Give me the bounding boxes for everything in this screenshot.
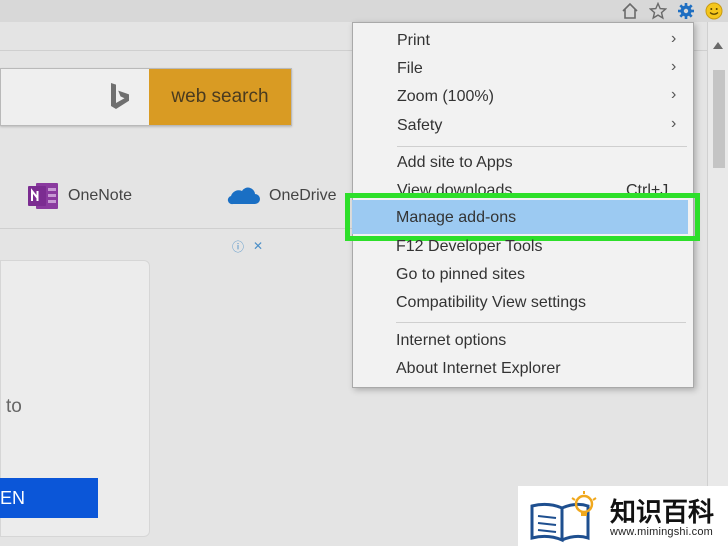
card-text: to <box>6 396 22 417</box>
section-divider <box>0 228 360 229</box>
menu-item-label: Safety <box>397 117 443 134</box>
menu-item-label: Print <box>397 32 430 49</box>
menu-item-compatibility-view-settings[interactable]: Compatibility View settings <box>396 291 586 315</box>
menu-item-add-site-to-apps[interactable]: Add site to Apps <box>397 151 513 175</box>
info-icon[interactable]: ⓘ <box>230 238 246 254</box>
highlight-box <box>345 193 700 241</box>
vertical-scrollbar[interactable] <box>707 22 728 546</box>
menu-item-print[interactable]: Print › <box>397 29 676 53</box>
menu-item-internet-options[interactable]: Internet options <box>396 329 506 353</box>
onenote-icon <box>28 183 58 209</box>
menu-item-label: Internet options <box>396 332 507 349</box>
content-card: to EN <box>0 260 150 537</box>
watermark-url: www.mimingshi.com <box>610 526 714 538</box>
submenu-arrow-icon: › <box>671 86 677 103</box>
menu-item-go-to-pinned-sites[interactable]: Go to pinned sites <box>396 263 525 287</box>
toolbar-icons <box>620 0 724 22</box>
app-tile-onenote[interactable]: OneNote <box>28 180 132 212</box>
menu-item-label: About Internet Explorer <box>396 360 561 377</box>
browser-command-bar <box>0 0 728 22</box>
gear-icon[interactable] <box>676 1 696 21</box>
bing-search-box[interactable]: web search <box>0 68 292 126</box>
menu-item-label: Zoom (100%) <box>397 88 494 105</box>
web-search-button[interactable]: web search <box>149 69 291 125</box>
scroll-thumb[interactable] <box>713 70 725 168</box>
menu-item-f12-developer-tools[interactable]: F12 Developer Tools <box>396 235 542 259</box>
home-icon[interactable] <box>620 1 640 21</box>
app-tile-label: OneDrive <box>269 187 337 204</box>
menu-item-about-internet-explorer[interactable]: About Internet Explorer <box>396 357 561 381</box>
app-tile-label: OneNote <box>68 187 133 204</box>
book-lightbulb-logo-icon <box>530 491 597 543</box>
smiley-icon[interactable] <box>704 1 724 21</box>
menu-separator <box>396 322 686 323</box>
ad-controls: ⓘ ✕ <box>230 238 266 254</box>
close-icon[interactable]: ✕ <box>250 238 266 254</box>
menu-item-zoom[interactable]: Zoom (100%) › <box>397 85 676 109</box>
menu-item-file[interactable]: File › <box>397 57 676 81</box>
menu-item-label: File <box>397 60 423 77</box>
watermark: 知识百科 www.mimingshi.com <box>518 486 728 546</box>
menu-separator <box>397 146 687 147</box>
submenu-arrow-icon: › <box>671 30 677 47</box>
watermark-title: 知识百科 <box>610 497 715 527</box>
onedrive-icon <box>227 187 260 205</box>
bing-logo-icon <box>111 83 129 109</box>
submenu-arrow-icon: › <box>671 115 677 132</box>
scroll-up-arrow-icon[interactable] <box>713 42 723 49</box>
menu-item-label: F12 Developer Tools <box>396 238 543 255</box>
app-tile-onedrive[interactable]: OneDrive <box>225 180 337 212</box>
star-icon[interactable] <box>648 1 668 21</box>
menu-item-label: Compatibility View settings <box>396 294 587 311</box>
submenu-arrow-icon: › <box>671 58 677 75</box>
menu-item-label: Add site to Apps <box>397 154 513 171</box>
menu-item-label: Go to pinned sites <box>396 266 525 283</box>
card-button[interactable]: EN <box>0 478 98 518</box>
menu-item-safety[interactable]: Safety › <box>397 114 676 138</box>
